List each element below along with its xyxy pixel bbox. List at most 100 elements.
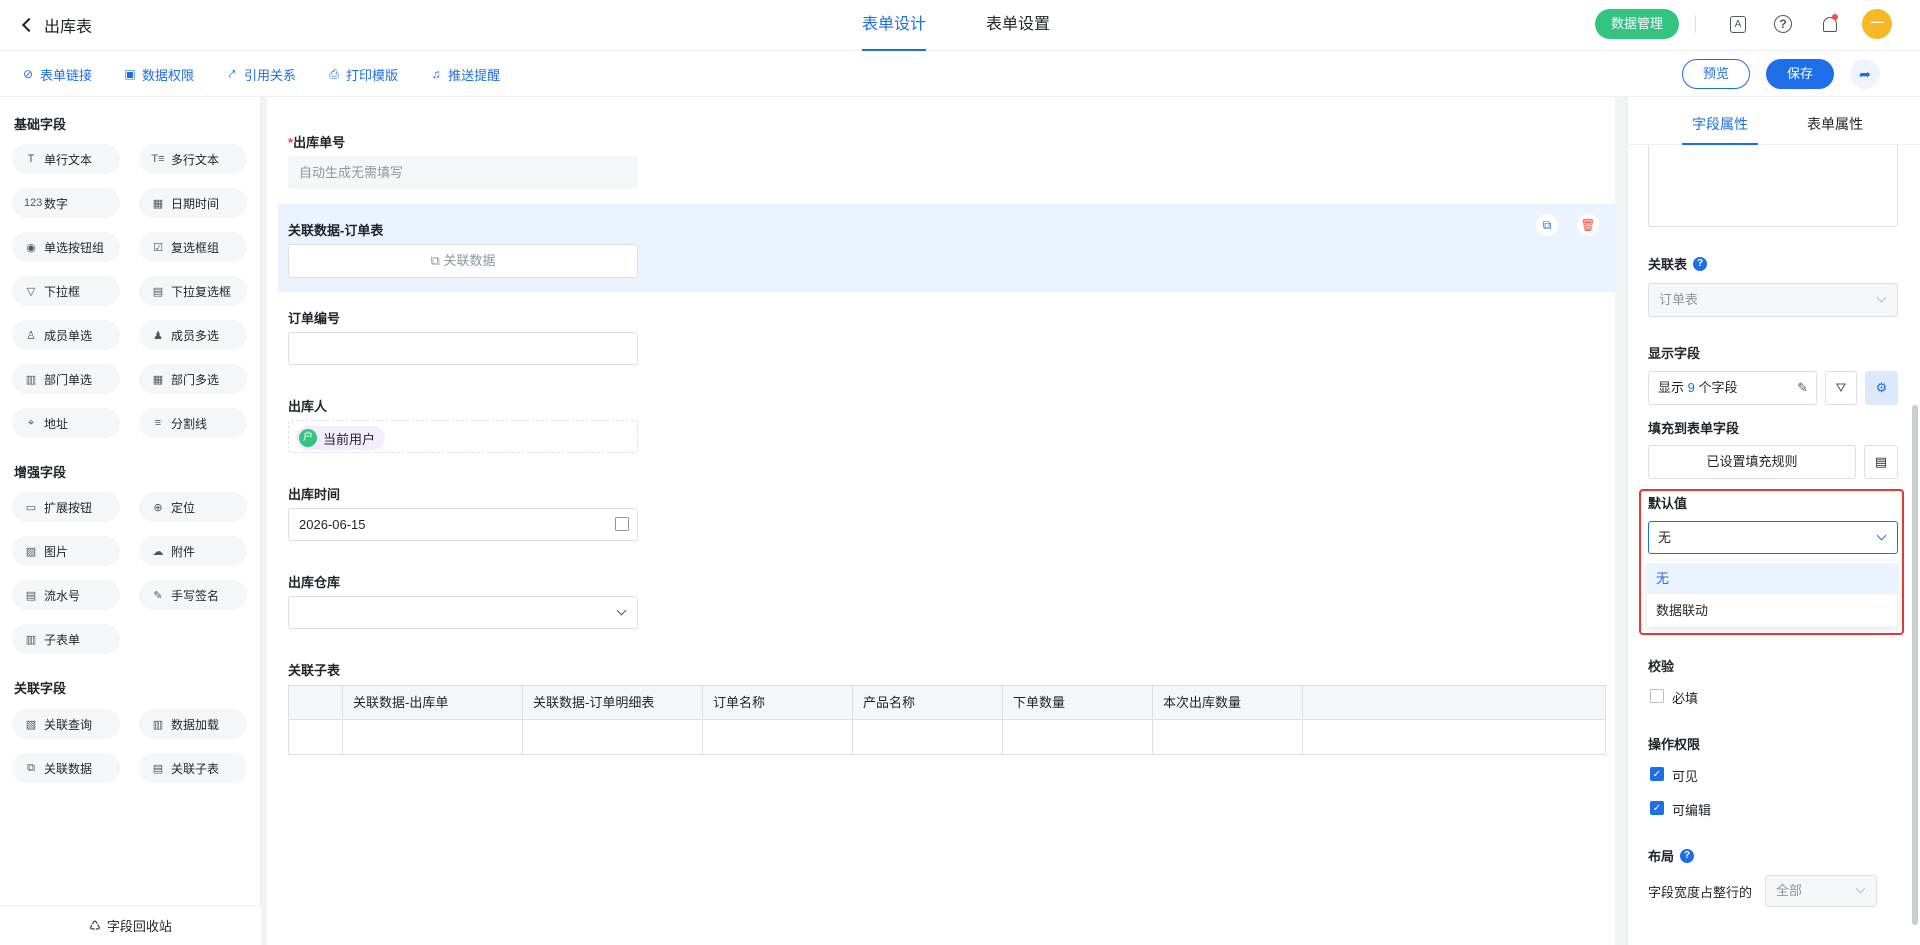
- field-relation-query[interactable]: ▧ 关联查询: [12, 709, 120, 739]
- user-avatar[interactable]: 一: [1862, 9, 1892, 39]
- data-permission-label: 数据权限: [142, 67, 195, 83]
- location-pin-icon: ⌖: [27, 416, 35, 429]
- order-no-input[interactable]: [288, 332, 638, 365]
- reference-label: 引用关系: [244, 67, 297, 83]
- delete-icon[interactable]: 🗑: [1577, 214, 1599, 236]
- bell-icon: ♫: [431, 67, 441, 81]
- assoc-data-label: 关联数据-订单表: [288, 223, 384, 238]
- subtable-header-cell: 下单数量: [1013, 695, 1066, 710]
- field-checkbox-group[interactable]: ☑ 复选框组: [139, 232, 247, 262]
- users-icon: ♟: [153, 329, 163, 342]
- description-textarea[interactable]: [1648, 145, 1898, 227]
- validation-label: 校验: [1648, 659, 1675, 674]
- time-input[interactable]: 2026-06-15: [288, 508, 638, 541]
- calculator-icon[interactable]: ▤: [1864, 445, 1898, 479]
- data-management-button[interactable]: 数据管理: [1594, 9, 1679, 39]
- data-permission-icon: ▣: [124, 67, 136, 81]
- image-icon: ▨: [25, 545, 37, 558]
- data-permission-button[interactable]: ▣ 数据权限: [124, 65, 194, 84]
- reference-button[interactable]: ⤤ 引用关系: [226, 65, 296, 84]
- field-signature[interactable]: ✎ 手写签名: [139, 580, 247, 610]
- contacts-icon[interactable]: A: [1730, 15, 1746, 33]
- field-dept-single[interactable]: ▥ 部门单选: [12, 364, 120, 394]
- chevron-down-icon: [1876, 292, 1887, 303]
- filter-icon[interactable]: ⛛: [1825, 371, 1857, 405]
- form-link-button[interactable]: ⊘ 表单链接: [22, 65, 92, 84]
- push-reminder-label: 推送提醒: [448, 67, 501, 83]
- visible-checkbox[interactable]: ✓: [1650, 767, 1664, 781]
- assoc-data-button[interactable]: ⧉ 关联数据: [288, 244, 638, 278]
- notification-dot: [1832, 14, 1838, 20]
- required-label: 必填: [1672, 691, 1699, 706]
- save-button[interactable]: 保存: [1766, 59, 1834, 89]
- field-member-multi[interactable]: ♟ 成员多选: [139, 320, 247, 350]
- tab-form-design[interactable]: 表单设计: [862, 0, 927, 51]
- scrollbar[interactable]: [1912, 405, 1918, 925]
- field-dropdown[interactable]: ▽ 下拉框: [12, 276, 120, 306]
- settings-gear-icon[interactable]: ⚙: [1865, 371, 1898, 405]
- field-extend-button[interactable]: ▭ 扩展按钮: [12, 492, 120, 522]
- field-data-load[interactable]: ▥ 数据加载: [139, 709, 247, 739]
- related-table-label-text: 关联表: [1648, 257, 1688, 272]
- order-no-label: 订单编号: [288, 311, 341, 326]
- subtable-header-cell: 关联数据-订单明细表: [533, 695, 655, 710]
- field-label: 定位: [171, 500, 196, 515]
- field-single-text[interactable]: T 单行文本: [12, 144, 120, 174]
- print-template-button[interactable]: ⎙ 打印模版: [328, 65, 398, 84]
- field-label: 成员单选: [44, 328, 93, 343]
- field-address[interactable]: ⌖ 地址: [12, 408, 120, 438]
- field-label: 单行文本: [44, 152, 93, 167]
- required-checkbox[interactable]: [1650, 689, 1664, 703]
- subtable-label: 关联子表: [288, 663, 341, 678]
- field-divider[interactable]: ≡ 分割线: [139, 408, 247, 438]
- field-dept-multi[interactable]: ▦ 部门多选: [139, 364, 247, 394]
- field-number[interactable]: 123 数字: [12, 188, 120, 218]
- field-member-single[interactable]: ♙ 成员单选: [12, 320, 120, 350]
- help-icon[interactable]: ?: [1774, 15, 1792, 33]
- field-multi-text[interactable]: T≡ 多行文本: [139, 144, 247, 174]
- toolbar-right: 预览 保存 ➦: [1682, 59, 1880, 89]
- field-serial-number[interactable]: ▤ 流水号: [12, 580, 120, 610]
- field-relation-subtable[interactable]: ▤ 关联子表: [139, 753, 247, 783]
- field-attachment[interactable]: ☁ 附件: [139, 536, 247, 566]
- field-location[interactable]: ⊕ 定位: [139, 492, 247, 522]
- push-reminder-button[interactable]: ♫ 推送提醒: [430, 65, 501, 84]
- field-image[interactable]: ▨ 图片: [12, 536, 120, 566]
- warehouse-select[interactable]: [288, 596, 638, 629]
- fill-rules-button[interactable]: 已设置填充规则: [1648, 445, 1856, 479]
- field-relation-data[interactable]: ⧉ 关联数据: [12, 753, 120, 783]
- crosshair-icon: ⊕: [153, 501, 163, 514]
- tab-form-properties[interactable]: 表单属性: [1807, 97, 1863, 145]
- link-icon: ⊘: [22, 67, 34, 81]
- back-button[interactable]: 出库表: [20, 13, 92, 37]
- field-label: 单选按钮组: [44, 240, 105, 255]
- tab-form-settings[interactable]: 表单设置: [986, 0, 1050, 51]
- help-icon[interactable]: ?: [1680, 848, 1695, 863]
- field-datetime[interactable]: ▦ 日期时间: [139, 188, 247, 218]
- share-icon[interactable]: ➦: [1850, 59, 1880, 89]
- copy-icon[interactable]: ⧉: [1536, 214, 1558, 236]
- subtable-col-divider: [342, 686, 343, 754]
- subtable-col-divider: [1152, 686, 1153, 754]
- pen-icon: ✎: [153, 589, 163, 602]
- layout-label: 布局?: [1648, 846, 1695, 865]
- highlight-box: [1639, 489, 1904, 635]
- field-label: 下拉复选框: [171, 284, 232, 299]
- notification-bell-icon[interactable]: [1820, 14, 1840, 34]
- number-icon: 123: [24, 197, 43, 209]
- editable-checkbox[interactable]: ✓: [1650, 801, 1664, 815]
- edit-icon[interactable]: ✎: [1797, 372, 1808, 404]
- display-fields-box[interactable]: 显示 9 个字段 ✎: [1648, 371, 1817, 405]
- help-icon[interactable]: ?: [1693, 256, 1708, 271]
- out-no-input[interactable]: 自动生成无需填写: [288, 156, 638, 189]
- time-label: 出库时间: [288, 487, 341, 502]
- related-subtable[interactable]: 关联数据-出库单 关联数据-订单明细表 订单名称 产品名称 下单数量 本次出库数…: [288, 685, 1606, 755]
- field-dropdown-multi[interactable]: ▤ 下拉复选框: [139, 276, 247, 306]
- field-recycle-bin-button[interactable]: ♺ 字段回收站: [0, 905, 261, 945]
- field-subform[interactable]: ▥ 子表单: [12, 624, 120, 654]
- field-label: 关联数据: [44, 761, 93, 776]
- checkbox-icon: ☑: [153, 241, 163, 254]
- tab-field-properties[interactable]: 字段属性: [1682, 97, 1758, 145]
- preview-button[interactable]: 预览: [1682, 59, 1750, 89]
- field-radio-group[interactable]: ◉ 单选按钮组: [12, 232, 120, 262]
